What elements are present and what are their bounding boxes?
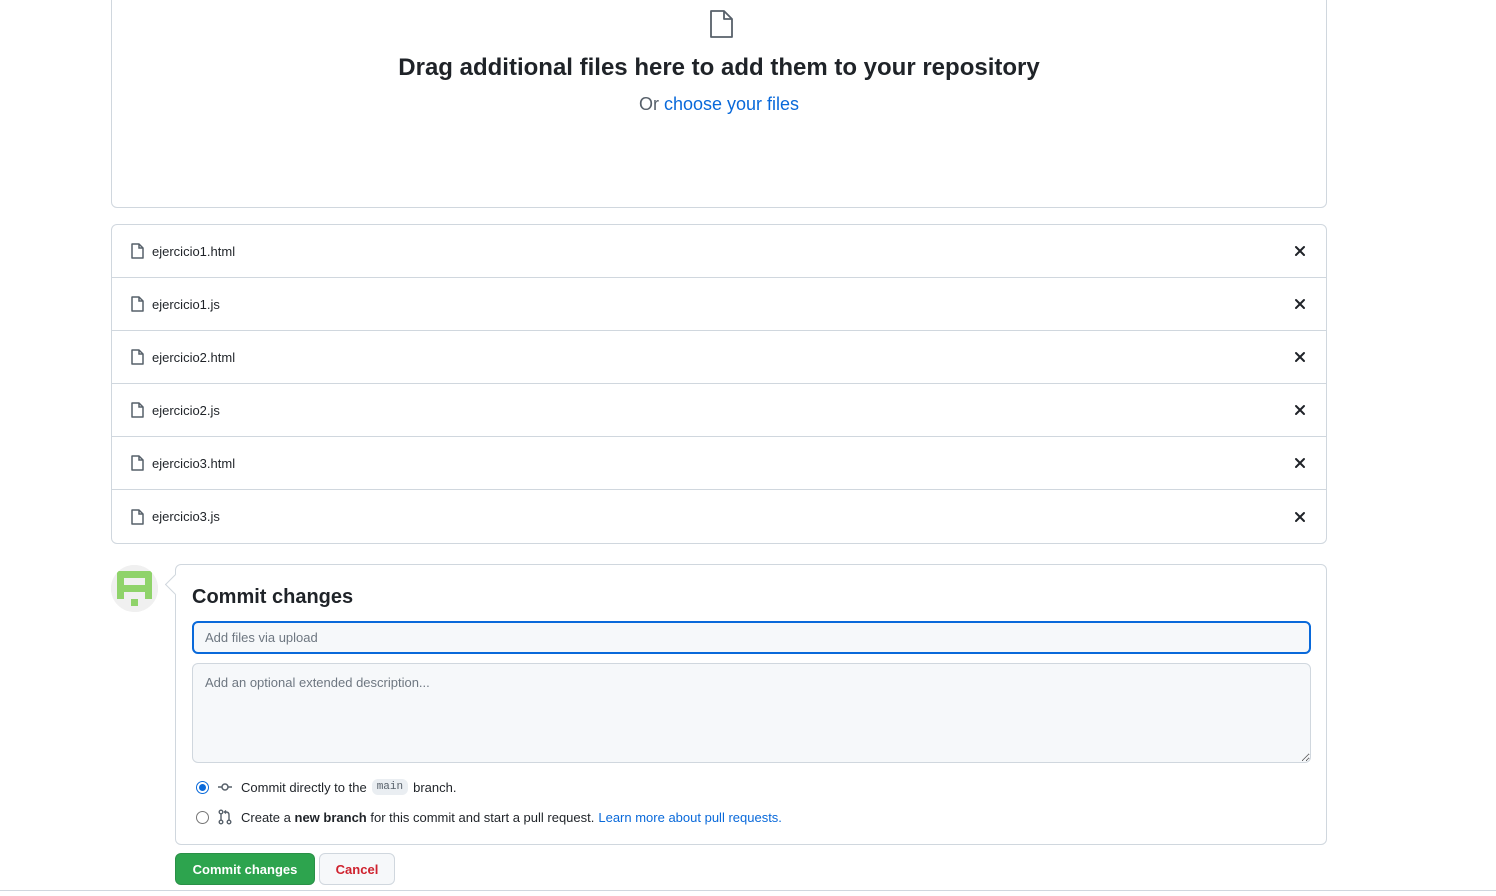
git-pull-request-icon [218,809,232,825]
commit-changes-button[interactable]: Commit changes [175,853,315,885]
file-name: ejercicio2.js [152,402,220,418]
identicon-icon [111,565,158,612]
close-icon [1295,511,1305,522]
close-icon [1295,352,1305,362]
commit-summary-input[interactable] [192,621,1311,654]
file-row: ejercicio3.js [112,490,1326,543]
cancel-button[interactable]: Cancel [319,853,395,885]
file-icon [710,10,733,38]
dropzone-subtitle: Or choose your files [112,94,1326,115]
dropzone-or-text: Or [638,94,659,114]
git-commit-icon [218,783,232,791]
commit-description-input[interactable] [192,663,1311,763]
remove-file-button[interactable] [1292,243,1308,259]
close-icon [1295,405,1305,415]
file-icon [131,402,144,418]
file-name: ejercicio1.html [152,243,236,259]
remove-file-button[interactable] [1292,455,1308,471]
file-row: ejercicio1.html [112,225,1326,278]
create-branch-option[interactable]: Create a new branch for this commit and … [196,809,782,825]
remove-file-button[interactable] [1292,296,1308,312]
file-icon [131,296,144,312]
close-icon [1295,299,1305,309]
file-name: ejercicio3.js [152,509,220,524]
file-row: ejercicio3.html [112,437,1326,490]
commit-direct-prefix: Commit directly to the [241,779,367,795]
branch-name-badge: main [371,779,409,795]
file-name: ejercicio1.js [152,296,220,312]
commit-direct-option[interactable]: Commit directly to the main branch. [196,779,456,795]
create-branch-suffix: for this commit and start a pull request… [370,809,595,825]
remove-file-button[interactable] [1292,349,1308,365]
file-row: ejercicio1.js [112,278,1326,331]
remove-file-button[interactable] [1292,509,1308,525]
file-row: ejercicio2.js [112,384,1326,437]
commit-direct-radio[interactable] [196,780,209,794]
file-icon [131,508,144,525]
file-name: ejercicio3.html [152,455,236,471]
uploaded-file-list: ejercicio1.html ejercicio1.js ejercicio2… [111,224,1327,544]
commit-direct-suffix: branch. [413,779,457,795]
file-dropzone[interactable]: Drag additional files here to add them t… [111,0,1327,208]
close-icon [1295,458,1305,468]
learn-more-pull-requests-link[interactable]: Learn more about pull requests. [598,810,782,825]
create-branch-prefix: Create a [241,809,291,825]
dropzone-title: Drag additional files here to add them t… [398,54,1040,81]
divider [0,890,1496,891]
file-row: ejercicio2.html [112,331,1326,384]
commit-form: Commit changes Commit directly to the ma… [175,564,1327,845]
file-icon [131,455,144,471]
choose-files-link[interactable]: choose your files [664,94,799,114]
commit-title: Commit changes [192,586,354,608]
create-branch-radio[interactable] [196,810,209,824]
file-icon [131,349,144,365]
create-branch-bold: new branch [294,809,367,825]
avatar [111,565,158,612]
remove-file-button[interactable] [1292,402,1308,418]
close-icon [1295,246,1305,256]
file-name: ejercicio2.html [152,349,236,365]
file-icon [131,243,144,259]
